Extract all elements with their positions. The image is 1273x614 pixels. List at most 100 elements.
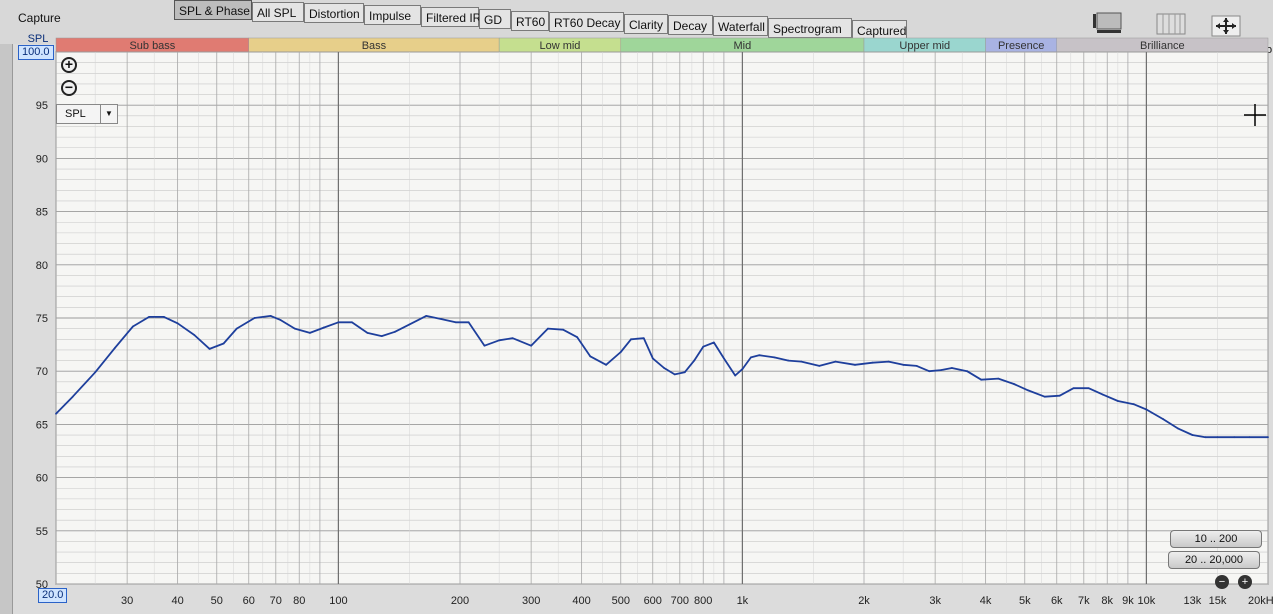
- spl-data-point: [1267, 436, 1269, 439]
- spl-data-point: [350, 321, 353, 324]
- y-tick-label: 90: [36, 153, 48, 165]
- x-tick-label: 6k: [1051, 595, 1063, 607]
- spl-data-point: [308, 331, 311, 334]
- spl-data-point: [546, 327, 549, 330]
- spl-data-point: [966, 370, 969, 373]
- spl-data-point: [871, 361, 874, 364]
- spl-data-point: [467, 321, 470, 324]
- band-label: Upper mid: [899, 40, 950, 52]
- spl-data-point: [702, 345, 705, 348]
- spl-select[interactable]: SPL ▼: [56, 104, 118, 124]
- x-tick-label: 600: [644, 595, 662, 607]
- x-tick-label: 50: [211, 595, 223, 607]
- y-tick-label: 70: [36, 366, 48, 378]
- spl-select-value: SPL: [65, 108, 86, 120]
- range-20-20000-button[interactable]: 20 .. 20,000: [1168, 551, 1260, 569]
- x-tick-label: 200: [451, 595, 469, 607]
- spl-data-point: [269, 314, 272, 317]
- spl-data-point: [1216, 436, 1219, 439]
- band-label: Bass: [362, 40, 387, 52]
- spl-data-point: [193, 334, 196, 336]
- x-tick-label: 9k: [1122, 595, 1134, 607]
- x-tick-label: 300: [522, 595, 540, 607]
- x-tick-label: 10k: [1138, 595, 1156, 607]
- spl-data-point: [498, 339, 501, 342]
- spl-data-point: [483, 344, 486, 347]
- spl-chart[interactable]: Sub bass Bass Low mid Mid Upper mid Presence B…: [0, 0, 1273, 614]
- x-tick-label: 40: [171, 595, 183, 607]
- x-tick-label: 500: [612, 595, 630, 607]
- spl-data-point: [279, 319, 282, 322]
- band-label: Presence: [998, 40, 1044, 52]
- spl-data-point: [642, 337, 645, 340]
- x-tick-label: 70: [270, 595, 282, 607]
- spl-data-point: [651, 357, 654, 360]
- spl-data-point: [734, 374, 737, 377]
- spl-data-point: [950, 367, 953, 369]
- spl-data-point: [750, 356, 752, 359]
- x-tick-label: 7k: [1078, 595, 1090, 607]
- spl-data-point: [1116, 400, 1119, 402]
- x-tick-label: 30: [121, 595, 133, 607]
- zoom-out-small-icon[interactable]: −: [1215, 575, 1229, 589]
- x-tick-label: 800: [694, 595, 712, 607]
- spl-data-point: [787, 359, 790, 362]
- cursor-crosshair-icon: [1244, 104, 1266, 126]
- y-max-value-box[interactable]: 100.0: [18, 45, 54, 60]
- band-label: Low mid: [539, 40, 580, 52]
- spl-data-point: [1177, 427, 1180, 430]
- spl-data-point: [673, 373, 676, 376]
- y-tick-label: 75: [36, 313, 48, 325]
- spl-data-point: [800, 360, 803, 363]
- spl-data-point: [887, 360, 890, 363]
- spl-data-point: [176, 322, 179, 325]
- spl-data-point: [605, 363, 608, 366]
- band-label: Brilliance: [1140, 40, 1185, 52]
- range-10-200-button[interactable]: 10 .. 200: [1170, 530, 1262, 548]
- x-tick-label: 80: [293, 595, 305, 607]
- spl-data-point: [576, 336, 579, 339]
- spl-data-point: [131, 325, 134, 328]
- x-tick-label: 3k: [929, 595, 941, 607]
- y-tick-label: 85: [36, 207, 48, 219]
- spl-data-point: [425, 314, 428, 317]
- spl-data-point: [530, 344, 533, 347]
- spl-data-point: [114, 346, 116, 349]
- spl-data-point: [1013, 383, 1015, 385]
- spl-data-point: [902, 363, 905, 366]
- y-tick-label: 80: [36, 260, 48, 272]
- spl-data-point: [818, 364, 821, 367]
- spl-data-point: [393, 330, 396, 333]
- spl-data-point: [1058, 394, 1061, 397]
- x-min-value-box[interactable]: 20.0: [38, 588, 68, 603]
- spl-data-point: [94, 371, 97, 374]
- spl-data-point: [408, 323, 411, 326]
- x-tick-label: 100: [329, 595, 347, 607]
- spl-data-point: [163, 316, 165, 318]
- spl-data-point: [1145, 408, 1148, 411]
- x-tick-label: 60: [243, 595, 255, 607]
- spl-data-point: [1072, 387, 1075, 390]
- zoom-in-icon[interactable]: +: [61, 57, 77, 73]
- spl-data-point: [380, 335, 383, 337]
- x-tick-label: 4k: [980, 595, 992, 607]
- spl-data-point: [980, 378, 983, 381]
- spl-data-point: [337, 321, 340, 324]
- spl-data-point: [619, 351, 622, 353]
- y-tick-label: 55: [36, 526, 48, 538]
- x-tick-label: 700: [671, 595, 689, 607]
- zoom-in-small-icon[interactable]: +: [1238, 575, 1252, 589]
- spl-data-point: [683, 371, 686, 374]
- x-tick-label: 13k: [1184, 595, 1202, 607]
- spl-data-point: [366, 331, 369, 334]
- zoom-out-icon[interactable]: −: [61, 80, 77, 96]
- x-tick-label: 400: [572, 595, 590, 607]
- spl-data-point: [915, 364, 918, 367]
- spl-data-point: [722, 357, 725, 360]
- spl-data-point: [741, 368, 744, 370]
- spl-data-point: [71, 395, 74, 398]
- y-axis-label: SPL: [28, 33, 49, 45]
- spl-data-point: [630, 338, 632, 341]
- spl-data-point: [1027, 389, 1030, 392]
- spl-data-point: [293, 327, 296, 330]
